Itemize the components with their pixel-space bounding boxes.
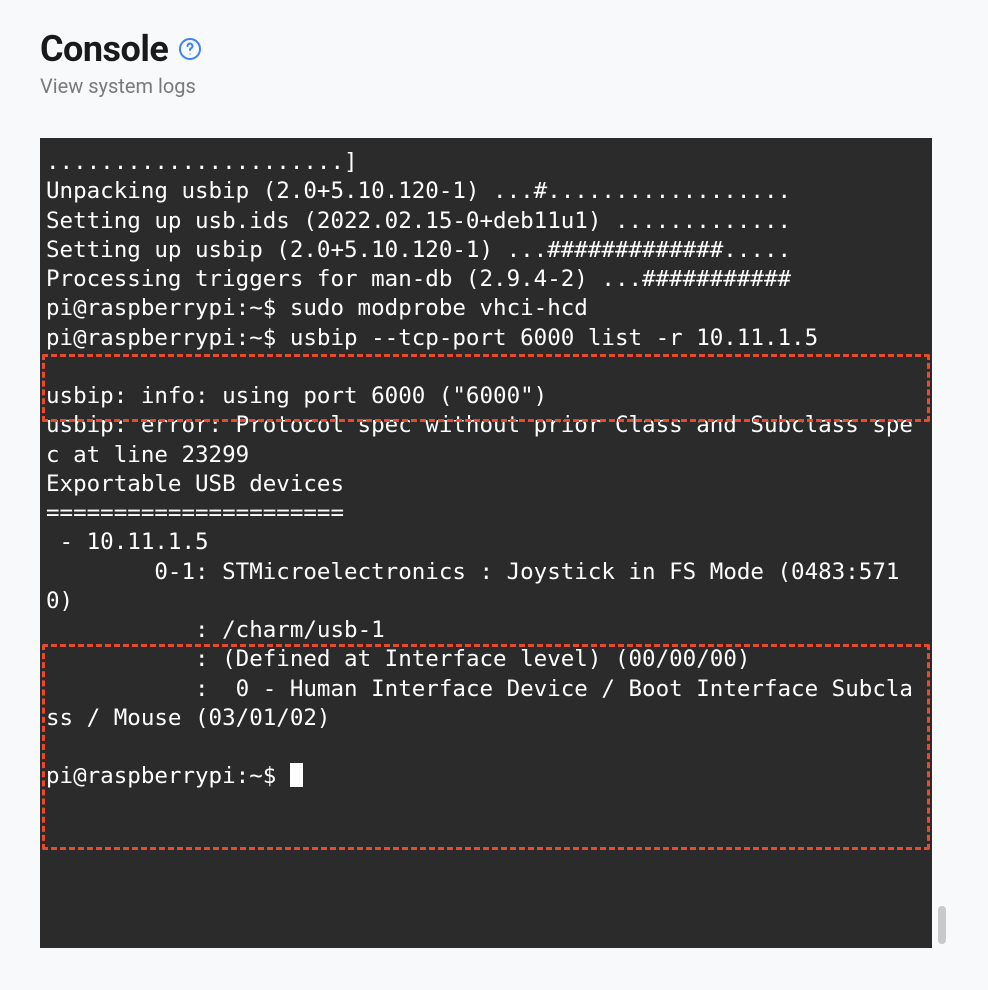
help-icon[interactable] xyxy=(178,37,202,61)
scrollbar-thumb[interactable] xyxy=(938,906,946,944)
console-output[interactable]: ......................] Unpacking usbip … xyxy=(40,138,932,948)
console-container: ......................] Unpacking usbip … xyxy=(40,138,948,948)
cursor xyxy=(290,763,303,787)
page-subtitle: View system logs xyxy=(40,74,948,98)
scrollbar-track[interactable] xyxy=(936,138,948,948)
page-title: Console xyxy=(40,28,168,70)
